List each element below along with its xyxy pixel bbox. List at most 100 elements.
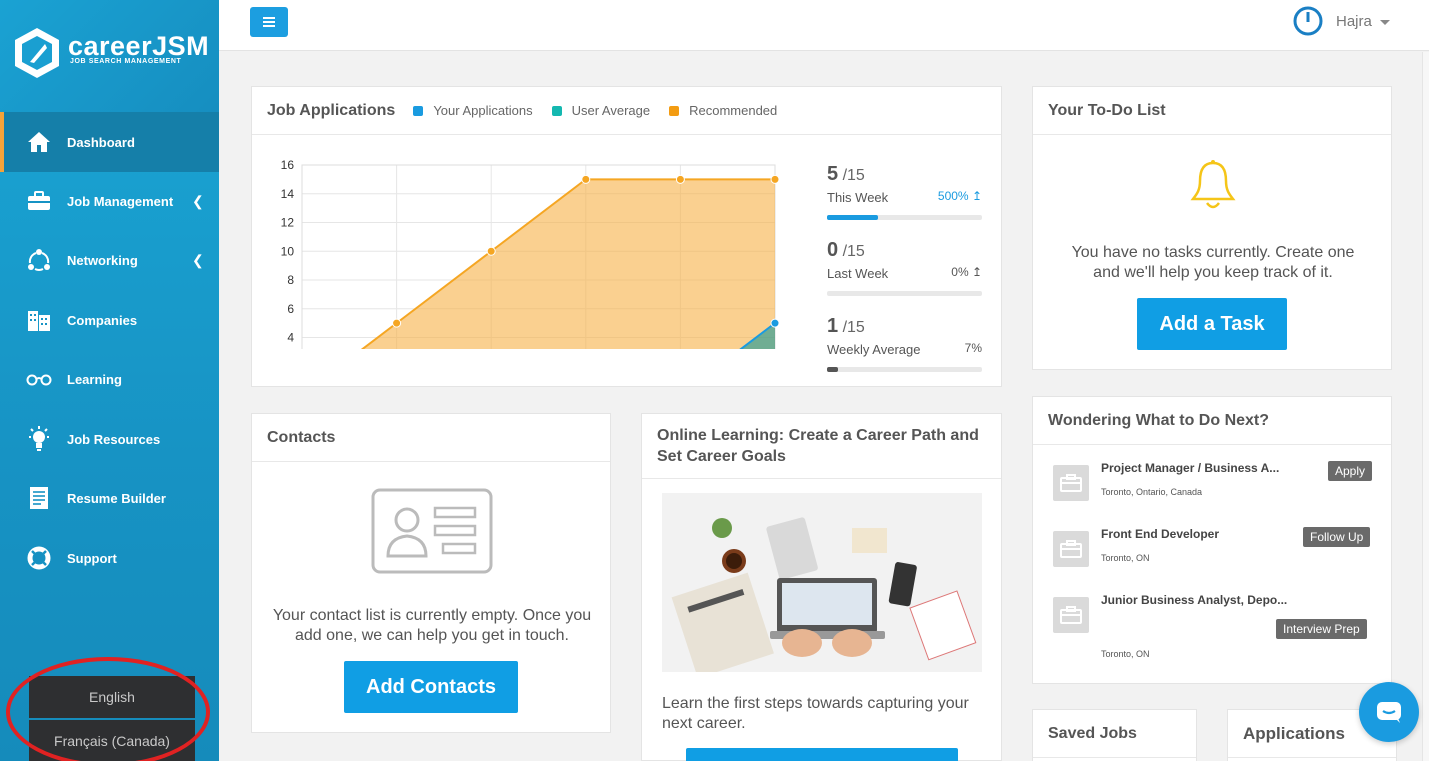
learning-image[interactable] [662, 493, 982, 672]
todo-header: Your To-Do List [1033, 87, 1391, 135]
sidebar-item-label: Job Resources [67, 431, 161, 447]
data-point [392, 318, 402, 328]
contacts-empty-message: Your contact list is currently empty. On… [272, 607, 592, 644]
job-applications-card: Job Applications Your Applications User … [251, 86, 1002, 387]
lifebuoy-icon [26, 545, 52, 571]
job-location: Toronto, ON [1101, 553, 1150, 563]
list-item[interactable]: Front End Developer Toronto, ON Follow U… [1053, 525, 1371, 585]
document-icon [26, 485, 52, 511]
todo-card: Your To-Do List You have no tasks curren… [1032, 86, 1392, 370]
desk-photo-icon [662, 493, 982, 672]
sidebar-item-label: Dashboard [67, 134, 135, 150]
learning-header: Online Learning: Create a Career Path an… [642, 414, 1001, 479]
list-item[interactable]: Project Manager / Business A... Toronto,… [1053, 459, 1373, 519]
todo-empty-message: You have no tasks currently. Create one … [1071, 244, 1355, 281]
sidebar-item-label: Job Management [67, 193, 174, 209]
contact-card-icon [371, 488, 493, 574]
stat-weekly-average: 1 /15 Weekly Average 7% [827, 315, 982, 375]
job-location: Toronto, Ontario, Canada [1101, 487, 1203, 497]
learning-description: Learn the first steps towards capturing … [662, 695, 969, 732]
y-tick-label: 6 [287, 302, 294, 316]
stat-percent: 7% [964, 341, 982, 355]
hamburger-icon [263, 17, 275, 27]
saved-jobs-header: Saved Jobs [1033, 710, 1196, 758]
interview-prep-button[interactable]: Interview Prep [1276, 619, 1367, 639]
data-point [581, 174, 591, 184]
saved-jobs-card: Saved Jobs [1032, 709, 1197, 761]
next-steps-header: Wondering What to Do Next? [1033, 397, 1391, 445]
learning-title[interactable]: Online Learning: Create a Career Path an… [657, 425, 986, 467]
user-menu[interactable]: Hajra [1293, 6, 1390, 36]
chevron-left-icon: ❮ [192, 251, 204, 268]
legend-swatch-average [551, 105, 562, 116]
job-applications-header: Job Applications Your Applications User … [252, 87, 1001, 135]
briefcase-icon [1053, 531, 1089, 567]
logo[interactable]: careerJSM JOB SEARCH MANAGEMENT [0, 0, 219, 112]
sidebar-item-job-resources[interactable]: Job Resources [0, 410, 219, 468]
add-task-button[interactable]: Add a Task [1137, 298, 1287, 350]
job-title[interactable]: Junior Business Analyst, Depo... [1101, 593, 1289, 607]
bell-icon [1190, 160, 1236, 209]
applications-title: Applications [1243, 723, 1346, 743]
area-recommended [362, 179, 775, 349]
stat-value: 5 [827, 163, 839, 185]
sidebar-item-companies[interactable]: Companies [0, 291, 219, 349]
legend-swatch-yours [413, 105, 424, 116]
list-item[interactable]: Junior Business Analyst, Depo... Toronto… [1053, 591, 1371, 663]
briefcase-icon [26, 188, 52, 214]
stat-label: Weekly Average [827, 342, 921, 357]
caret-down-icon [1379, 19, 1390, 25]
lightbulb-icon [26, 426, 52, 452]
sidebar-item-support[interactable]: Support [0, 529, 219, 587]
todo-title: Your To-Do List [1048, 101, 1166, 119]
sidebar: careerJSM JOB SEARCH MANAGEMENT Dashboar… [0, 0, 219, 761]
follow-up-button[interactable]: Follow Up [1303, 527, 1371, 547]
data-point [486, 246, 496, 256]
y-tick-label: 16 [281, 158, 295, 172]
sidebar-item-label: Support [67, 550, 117, 566]
legend-swatch-recommended [669, 105, 680, 116]
contacts-card: Contacts Your contact list is currently … [251, 413, 611, 733]
scrollbar[interactable] [1422, 52, 1429, 761]
stat-value: 1 [827, 315, 839, 337]
building-icon [26, 307, 52, 333]
sidebar-item-networking[interactable]: Networking ❮ [0, 231, 219, 289]
stat-last-week: 0 /15 Last Week 0% ↥ [827, 239, 982, 299]
legend-label[interactable]: Recommended [689, 103, 777, 118]
power-icon [1293, 6, 1323, 36]
stat-total: /15 [842, 319, 865, 336]
sidebar-item-job-management[interactable]: Job Management ❮ [0, 172, 219, 230]
job-title[interactable]: Front End Developer [1101, 527, 1289, 541]
next-steps-card: Wondering What to Do Next? Project Manag… [1032, 396, 1392, 684]
legend-label[interactable]: User Average [572, 103, 651, 118]
stat-this-week: 5 /15 This Week 500% ↥ [827, 163, 982, 223]
home-icon [26, 129, 52, 155]
y-tick-label: 12 [281, 216, 295, 230]
saved-jobs-title: Saved Jobs [1048, 724, 1137, 742]
briefcase-icon [1053, 597, 1089, 633]
network-icon [26, 247, 52, 273]
apply-button[interactable]: Apply [1328, 461, 1373, 481]
logo-icon [15, 28, 59, 78]
sidebar-item-learning[interactable]: Learning [0, 350, 219, 408]
data-point [675, 174, 685, 184]
job-title[interactable]: Project Manager / Business A... [1101, 461, 1289, 475]
legend-label[interactable]: Your Applications [433, 103, 532, 118]
chat-button[interactable] [1359, 682, 1419, 742]
y-tick-label: 14 [281, 187, 295, 201]
stat-percent: 0% ↥ [951, 265, 982, 279]
next-steps-title: Wondering What to Do Next? [1048, 411, 1270, 429]
data-point [770, 174, 780, 184]
highlight-circle [6, 657, 210, 761]
chevron-left-icon: ❮ [192, 192, 204, 209]
sidebar-item-dashboard[interactable]: Dashboard [0, 112, 219, 172]
menu-toggle-button[interactable] [250, 7, 288, 37]
data-point [770, 318, 780, 328]
sidebar-item-label: Companies [67, 312, 138, 328]
user-name: Hajra [1336, 12, 1372, 30]
sidebar-item-resume-builder[interactable]: Resume Builder [0, 469, 219, 527]
add-contacts-button[interactable]: Add Contacts [344, 661, 518, 713]
stat-progress [827, 215, 982, 220]
applications-chart: 0246810121416May 9May 16May 23May 30Jun … [281, 158, 780, 349]
learning-start-button[interactable] [686, 748, 958, 761]
